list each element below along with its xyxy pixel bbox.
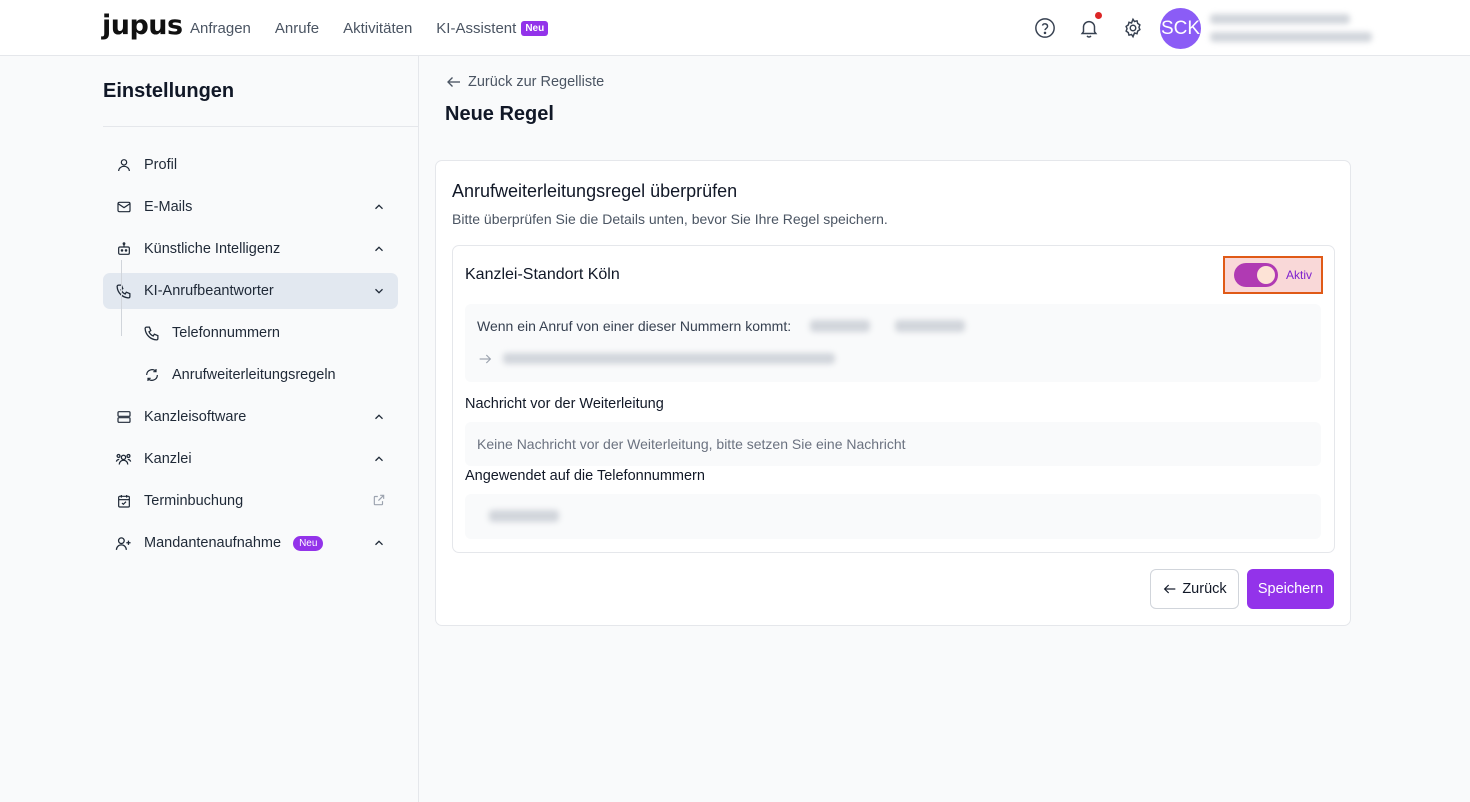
external-link-icon bbox=[373, 494, 385, 506]
arrow-right-icon bbox=[479, 354, 492, 364]
sidebar-item-anrufweiterleitungsregeln[interactable]: Anrufweiterleitungsregeln bbox=[131, 357, 398, 393]
toggle-knob bbox=[1257, 266, 1275, 284]
toggle-switch[interactable] bbox=[1234, 263, 1278, 287]
chevron-up-icon bbox=[375, 540, 383, 546]
sidebar-item-label: Telefonnummern bbox=[172, 325, 280, 341]
server-icon bbox=[115, 409, 132, 426]
top-bar: jupus Anfragen Anrufe Aktivitäten KI-Ass… bbox=[0, 0, 1470, 56]
card-title: Anrufweiterleitungsregel überprüfen bbox=[452, 181, 738, 201]
users-icon bbox=[115, 451, 132, 468]
nav-aktivitaeten[interactable]: Aktivitäten bbox=[343, 20, 412, 37]
page-title: Neue Regel bbox=[445, 103, 554, 125]
sidebar-item-profil[interactable]: Profil bbox=[103, 147, 398, 183]
chevron-up-icon bbox=[375, 204, 383, 210]
mail-icon bbox=[115, 199, 132, 216]
user-icon bbox=[115, 157, 132, 174]
arrow-left-icon bbox=[447, 77, 460, 87]
phone-icon bbox=[115, 283, 132, 300]
sidebar-divider bbox=[103, 126, 418, 127]
avatar[interactable]: SCK bbox=[1160, 8, 1201, 49]
nav-anrufe[interactable]: Anrufe bbox=[275, 20, 319, 37]
notification-dot bbox=[1095, 12, 1102, 19]
chevron-up-icon bbox=[375, 246, 383, 252]
back-link-label: Zurück zur Regelliste bbox=[468, 74, 605, 90]
forward-target-redacted bbox=[503, 353, 835, 364]
sidebar-item-label: Kanzleisoftware bbox=[144, 409, 247, 425]
robot-icon bbox=[115, 241, 132, 258]
help-icon[interactable] bbox=[1034, 17, 1056, 39]
sidebar-item-terminbuchung[interactable]: Terminbuchung bbox=[103, 483, 398, 519]
sidebar-item-mandantenaufnahme[interactable]: Mandantenaufnahme Neu bbox=[103, 525, 398, 561]
refresh-icon bbox=[143, 367, 160, 384]
chevron-down-icon bbox=[375, 288, 383, 294]
nav-ki-assistent-label: KI-Assistent bbox=[436, 19, 517, 37]
sidebar-item-label: Mandantenaufnahme bbox=[144, 535, 282, 551]
sidebar-item-kanzleisoftware[interactable]: Kanzleisoftware bbox=[103, 399, 398, 435]
nav-anfragen[interactable]: Anfragen bbox=[190, 20, 251, 37]
sidebar-item-label: Profil bbox=[144, 157, 178, 173]
gear-icon[interactable] bbox=[1122, 17, 1144, 39]
sidebar-title: Einstellungen bbox=[103, 80, 235, 102]
sidebar-item-telefonnummern[interactable]: Telefonnummern bbox=[131, 315, 398, 351]
card-subtitle: Bitte überprüfen Sie die Details unten, … bbox=[452, 211, 888, 227]
back-button-label: Zurück bbox=[1182, 581, 1227, 597]
rule-name: Kanzlei-Standort Köln bbox=[465, 266, 620, 283]
submenu-line bbox=[121, 260, 122, 336]
rule-summary: Kanzlei-Standort Köln Aktiv Wenn ein Anr… bbox=[452, 245, 1335, 553]
new-badge: Neu bbox=[293, 535, 324, 551]
phone-number-redacted bbox=[489, 510, 559, 522]
user-email-redacted bbox=[1210, 32, 1372, 42]
review-card: Anrufweiterleitungsregel überprüfen Bitt… bbox=[435, 160, 1351, 626]
sidebar-item-kuenstliche-intelligenz[interactable]: Künstliche Intelligenz bbox=[103, 231, 398, 267]
sidebar-item-kanzlei[interactable]: Kanzlei bbox=[103, 441, 398, 477]
nav-ki-assistent[interactable]: KI-Assistent Neu bbox=[436, 19, 549, 37]
sidebar-item-ki-anrufbeantworter[interactable]: KI-Anrufbeantworter bbox=[103, 273, 398, 309]
condition-text: Wenn ein Anruf von einer dieser Nummern … bbox=[477, 318, 792, 334]
sidebar-item-label: E-Mails bbox=[144, 199, 193, 215]
chevron-up-icon bbox=[375, 414, 383, 420]
main-nav: Anfragen Anrufe Aktivitäten KI-Assistent… bbox=[190, 0, 549, 56]
logo[interactable]: jupus bbox=[102, 10, 183, 41]
sidebar-item-emails[interactable]: E-Mails bbox=[103, 189, 398, 225]
save-button[interactable]: Speichern bbox=[1247, 569, 1334, 609]
user-name-redacted bbox=[1210, 14, 1350, 24]
bell-icon[interactable] bbox=[1078, 17, 1100, 39]
active-toggle[interactable]: Aktiv bbox=[1223, 256, 1323, 294]
sidebar-item-label: Kanzlei bbox=[144, 451, 192, 467]
message-box: Keine Nachricht vor der Weiterleitung, b… bbox=[465, 422, 1321, 466]
sidebar-item-label: Künstliche Intelligenz bbox=[144, 241, 281, 257]
phone-icon bbox=[143, 325, 160, 342]
condition-box: Wenn ein Anruf von einer dieser Nummern … bbox=[465, 304, 1321, 382]
applied-numbers-label: Angewendet auf die Telefonnummern bbox=[465, 468, 705, 484]
user-plus-icon bbox=[115, 535, 132, 552]
new-badge: Neu bbox=[521, 20, 549, 36]
sidebar-item-label: KI-Anrufbeantworter bbox=[144, 283, 274, 299]
calendar-icon bbox=[115, 493, 132, 510]
sidebar-item-label: Terminbuchung bbox=[144, 493, 244, 509]
message-label: Nachricht vor der Weiterleitung bbox=[465, 396, 664, 412]
applied-numbers-box bbox=[465, 494, 1321, 539]
arrow-left-icon bbox=[1164, 584, 1176, 594]
toggle-label: Aktiv bbox=[1286, 268, 1313, 282]
back-button[interactable]: Zurück bbox=[1150, 569, 1239, 609]
chevron-up-icon bbox=[375, 456, 383, 462]
back-to-rule-list-link[interactable]: Zurück zur Regelliste bbox=[445, 73, 604, 91]
sidebar-item-label: Anrufweiterleitungsregeln bbox=[172, 367, 336, 383]
caller-number-redacted bbox=[895, 320, 965, 332]
caller-number-redacted bbox=[810, 320, 870, 332]
